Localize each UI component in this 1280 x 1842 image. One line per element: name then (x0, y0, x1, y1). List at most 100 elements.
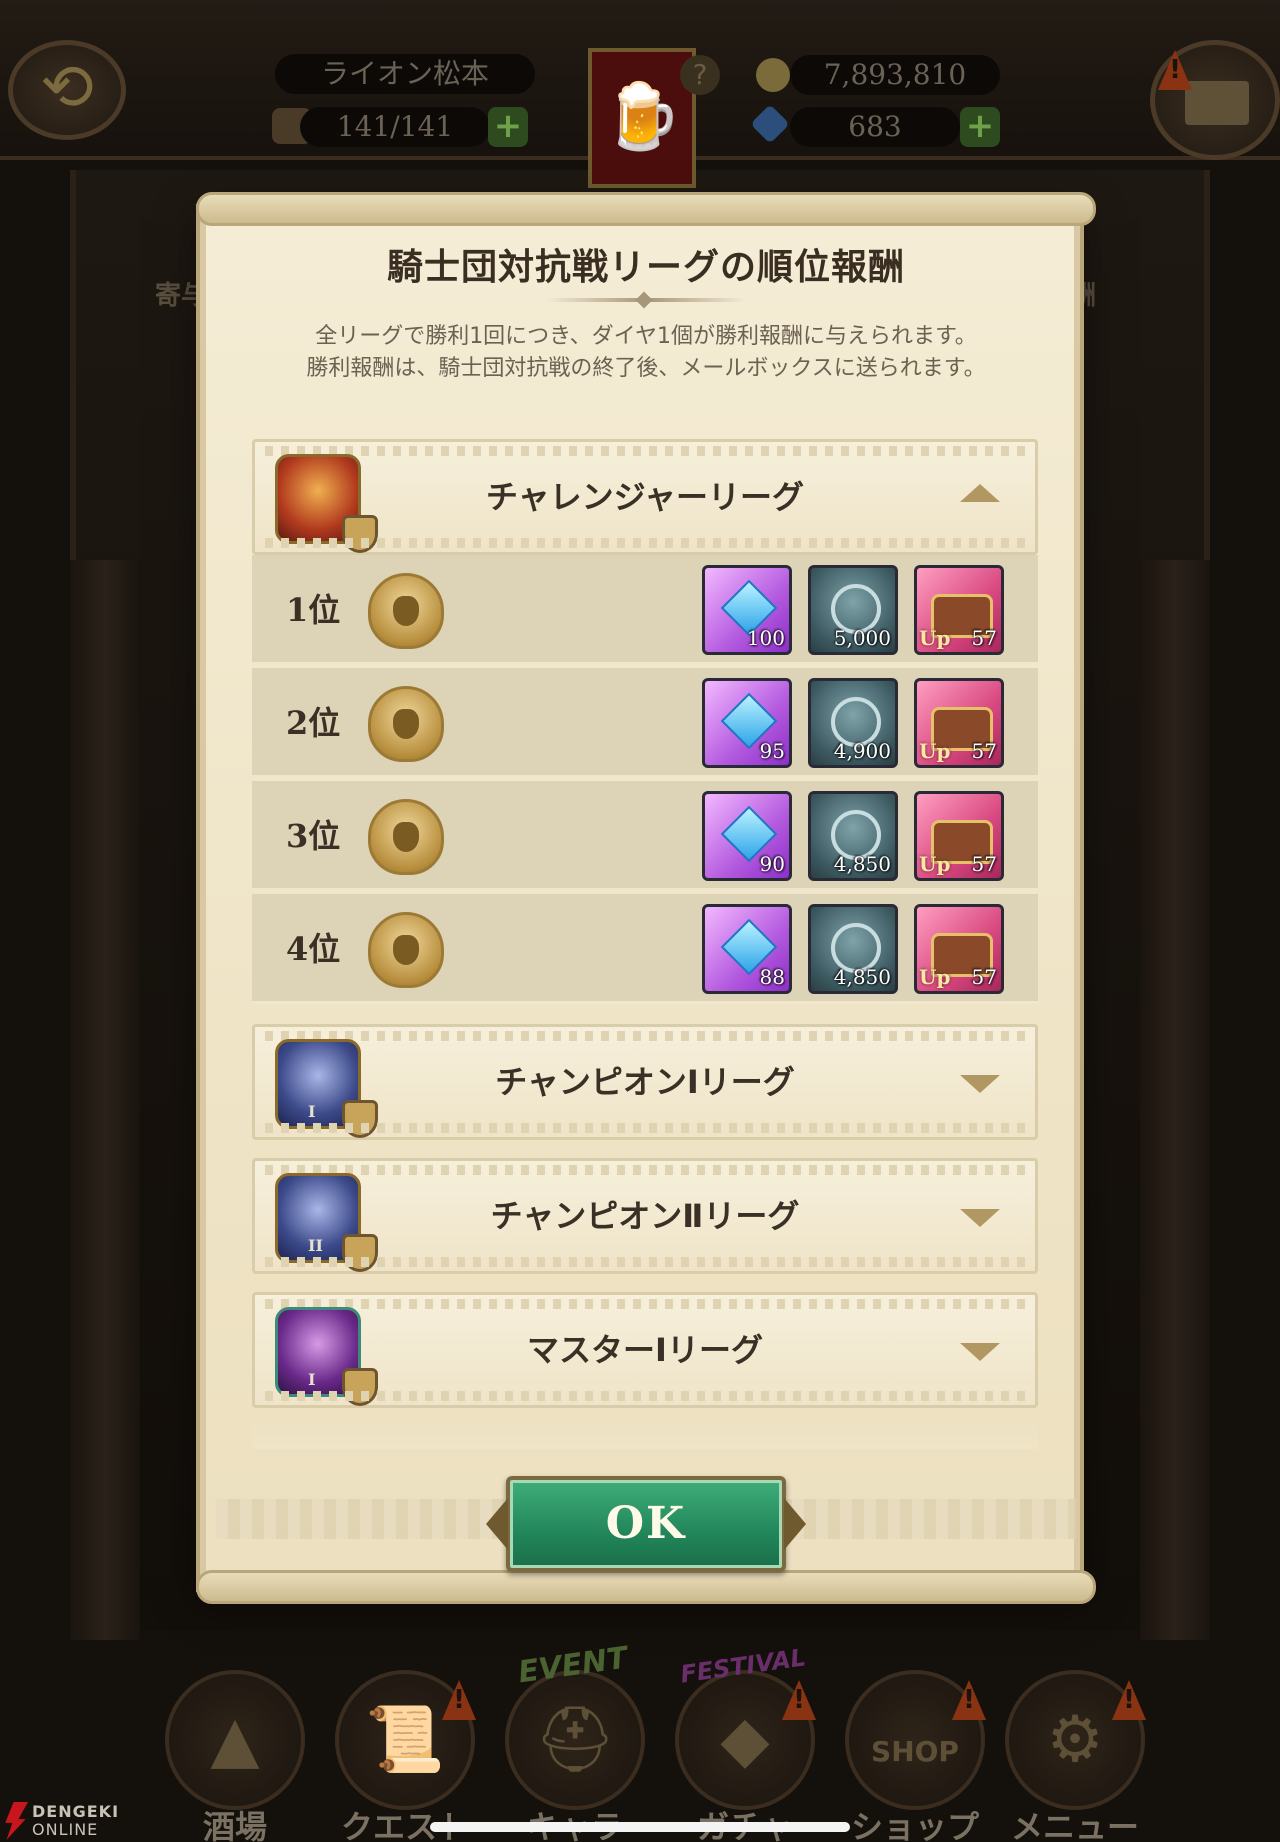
gem-count: 90 (759, 852, 785, 876)
gem-count: 100 (746, 626, 785, 650)
gold-value: 7,893,810 (790, 55, 1000, 95)
add-gems-button[interactable]: + (960, 107, 1000, 147)
medal-reward[interactable]: 4,850 (808, 791, 898, 881)
crest-face (393, 596, 419, 626)
emblem-tier: II (308, 1236, 323, 1255)
up-tag: Up (919, 852, 951, 876)
mail-button[interactable] (1150, 40, 1280, 160)
chest-reward[interactable]: Up 57 (914, 904, 1004, 994)
nav-label: 酒場 (202, 1808, 267, 1842)
shield-icon (342, 1234, 378, 1272)
emblem-tier: I (308, 1370, 316, 1389)
dialog-description: 勝利報酬は、騎士団対抗戦の終了後、メールボックスに送られます。 (306, 356, 986, 381)
dialog-title: 騎士団対抗戦リーグの順位報酬 (386, 247, 905, 288)
rank-row: 1位 100 5,000 Up 57 (252, 555, 1038, 665)
home-indicator[interactable] (430, 1822, 850, 1832)
nav-quest[interactable]: 📜 ! クエスト (330, 1630, 480, 1842)
dialog-description: 全リーグで勝利1回につき、ダイヤ1個が勝利報酬に与えられます。 (315, 324, 977, 349)
gem-count: 88 (759, 965, 785, 989)
chest-reward[interactable]: Up 57 (914, 791, 1004, 881)
ok-button[interactable]: OK (506, 1476, 786, 1572)
league-header-challenger[interactable]: チャレンジャーリーグ (252, 439, 1038, 555)
add-stamina-button[interactable]: + (488, 107, 528, 147)
help-icon[interactable]: ? (680, 55, 720, 95)
crest-face (393, 822, 419, 852)
rank-row: 2位 95 4,900 Up 57 (252, 668, 1038, 778)
shop-sign-icon: SHOP (845, 1670, 985, 1810)
watermark-line: ONLINE (32, 1820, 99, 1839)
medal-count: 4,850 (833, 852, 891, 876)
nav-chara[interactable]: ⛑ EVENT キャラ (500, 1630, 650, 1842)
medal-reward[interactable]: 4,900 (808, 678, 898, 768)
chevron-down-icon[interactable] (960, 1209, 1000, 1227)
lightning-icon (5, 1802, 28, 1840)
rank-label: 2位 (286, 704, 341, 742)
shield-icon (342, 1368, 378, 1406)
watermark-logo: DENGEKI ONLINE (0, 1800, 150, 1842)
gem-value: 683 (790, 107, 960, 147)
chest-reward[interactable]: Up 57 (914, 565, 1004, 655)
title-divider-ornament (635, 291, 653, 309)
mail-icon (1185, 81, 1249, 125)
gem-reward[interactable]: 95 (702, 678, 792, 768)
up-tag: Up (919, 965, 951, 989)
chest-count: 57 (971, 852, 997, 876)
wizard-icon: ▲ (165, 1670, 305, 1810)
stamina-value: 141/141 (300, 107, 490, 147)
back-arrow-icon: ⟲ (40, 51, 94, 125)
league-header-champion-2[interactable]: II チャンピオンⅡリーグ (252, 1158, 1038, 1274)
nav-shop[interactable]: SHOP ! ショップ (840, 1630, 990, 1842)
nav-gacha[interactable]: ◆ FESTIVAL ! ガチャ (670, 1630, 820, 1842)
scroll-roll-bottom (196, 1570, 1096, 1604)
rank-crest-icon (368, 573, 444, 649)
gear-icon: ⚙ (1005, 1670, 1145, 1810)
player-name: ライオン松本 (275, 54, 535, 94)
back-button[interactable]: ⟲ (8, 40, 126, 140)
rank-row: 4位 88 4,850 Up 57 (252, 894, 1038, 1004)
medal-count: 5,000 (833, 626, 891, 650)
league-header-champion-1[interactable]: I チャンピオンⅠリーグ (252, 1024, 1038, 1140)
diamond-icon (750, 104, 790, 144)
background-pillar (1140, 560, 1210, 1640)
chevron-down-icon[interactable] (960, 1075, 1000, 1093)
challenger-emblem-icon (275, 454, 378, 553)
champion-emblem-icon: II (275, 1173, 378, 1272)
scroll-icon: 📜 (335, 1670, 475, 1810)
emblem-tier: I (308, 1102, 316, 1121)
watermark-line: DENGEKI (32, 1802, 120, 1821)
champion-emblem-icon: I (275, 1039, 378, 1138)
crest-face (393, 935, 419, 965)
league-header-master-1[interactable]: I マスターⅠリーグ (252, 1292, 1038, 1408)
helmet-icon: ⛑ (505, 1670, 645, 1810)
rank-label: 4位 (286, 930, 341, 968)
list-fade (252, 1419, 1038, 1449)
medal-count: 4,900 (833, 739, 891, 763)
chest-count: 57 (971, 739, 997, 763)
shield-icon (342, 515, 378, 553)
nav-label: メニュー (1010, 1808, 1139, 1842)
top-bar: ⟲ ライオン松本 141/141 + 🍺 ? 7,893,810 683 + ! (0, 0, 1280, 188)
crest-face (393, 709, 419, 739)
gem-reward[interactable]: 100 (702, 565, 792, 655)
gem-reward[interactable]: 88 (702, 904, 792, 994)
background-pillar (70, 560, 140, 1640)
rank-label: 1位 (286, 591, 341, 629)
chest-reward[interactable]: Up 57 (914, 678, 1004, 768)
shield-icon (342, 1100, 378, 1138)
master-emblem-icon: I (275, 1307, 378, 1406)
league-name: チャンピオンⅡリーグ (490, 1197, 800, 1235)
gem-reward[interactable]: 90 (702, 791, 792, 881)
chest-count: 57 (971, 965, 997, 989)
rank-crest-icon (368, 686, 444, 762)
chevron-down-icon[interactable] (960, 1343, 1000, 1361)
scroll-roll-top (196, 192, 1096, 226)
medal-count: 4,850 (833, 965, 891, 989)
rank-label: 3位 (286, 817, 341, 855)
shop-sign-text: SHOP (871, 1735, 959, 1768)
nav-menu[interactable]: ⚙ ! メニュー (1000, 1630, 1150, 1842)
medal-reward[interactable]: 5,000 (808, 565, 898, 655)
chevron-up-icon[interactable] (960, 484, 1000, 502)
nav-tavern[interactable]: ▲ 酒場 (160, 1630, 310, 1842)
league-list[interactable]: チャレンジャーリーグ 1位 100 5,000 Up 57 2位 95 4,900… (252, 439, 1038, 1449)
medal-reward[interactable]: 4,850 (808, 904, 898, 994)
